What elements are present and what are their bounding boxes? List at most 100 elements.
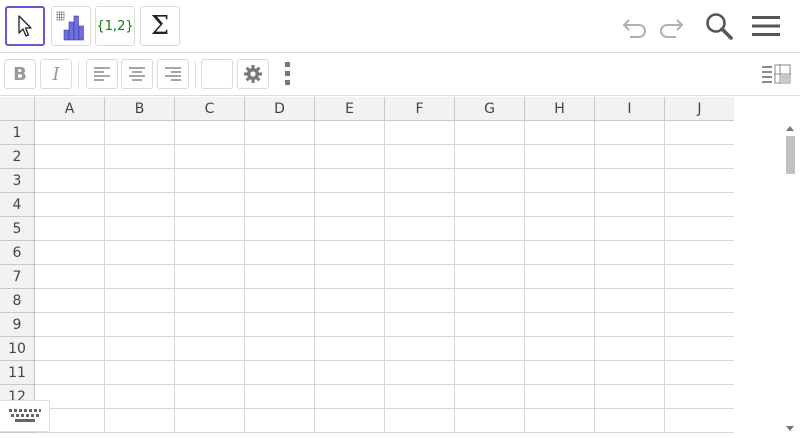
cell-f2[interactable] xyxy=(385,145,455,169)
cell-c4[interactable] xyxy=(175,193,245,217)
scroll-down-arrow-icon[interactable] xyxy=(786,426,794,431)
cell-g2[interactable] xyxy=(455,145,525,169)
column-header-a[interactable]: A xyxy=(35,97,105,121)
move-tool-button[interactable] xyxy=(5,6,45,46)
cell-i2[interactable] xyxy=(595,145,665,169)
cell-j5[interactable] xyxy=(665,217,734,241)
cell-c12[interactable] xyxy=(175,385,245,409)
cell-i9[interactable] xyxy=(595,313,665,337)
cell-d10[interactable] xyxy=(245,337,315,361)
cell-c10[interactable] xyxy=(175,337,245,361)
cell-j1[interactable] xyxy=(665,121,734,145)
row-header-3[interactable]: 3 xyxy=(0,169,35,193)
cell-c6[interactable] xyxy=(175,241,245,265)
scroll-up-arrow-icon[interactable] xyxy=(786,126,794,131)
search-button[interactable] xyxy=(702,10,736,42)
cell-j4[interactable] xyxy=(665,193,734,217)
cell-g10[interactable] xyxy=(455,337,525,361)
cell-h11[interactable] xyxy=(525,361,595,385)
cell-a10[interactable] xyxy=(35,337,105,361)
cell-h4[interactable] xyxy=(525,193,595,217)
bold-button[interactable]: B xyxy=(4,59,36,89)
cell-h8[interactable] xyxy=(525,289,595,313)
cell-b8[interactable] xyxy=(105,289,175,313)
row-header-11[interactable]: 11 xyxy=(0,361,35,385)
more-options-button[interactable] xyxy=(272,59,304,89)
cell-c9[interactable] xyxy=(175,313,245,337)
cell-h7[interactable] xyxy=(525,265,595,289)
cell-d6[interactable] xyxy=(245,241,315,265)
column-header-h[interactable]: H xyxy=(525,97,595,121)
cell-h13[interactable] xyxy=(525,409,595,433)
select-all-corner[interactable] xyxy=(0,97,35,121)
cell-h2[interactable] xyxy=(525,145,595,169)
cell-j11[interactable] xyxy=(665,361,734,385)
cell-e2[interactable] xyxy=(315,145,385,169)
cell-d5[interactable] xyxy=(245,217,315,241)
scrollbar-thumb[interactable] xyxy=(786,136,795,174)
cell-j9[interactable] xyxy=(665,313,734,337)
cell-f9[interactable] xyxy=(385,313,455,337)
virtual-keyboard-button[interactable] xyxy=(0,400,50,432)
cell-g11[interactable] xyxy=(455,361,525,385)
row-header-1[interactable]: 1 xyxy=(0,121,35,145)
cell-c5[interactable] xyxy=(175,217,245,241)
redo-button[interactable] xyxy=(654,10,688,42)
cell-f6[interactable] xyxy=(385,241,455,265)
row-header-9[interactable]: 9 xyxy=(0,313,35,337)
cell-f1[interactable] xyxy=(385,121,455,145)
cell-e1[interactable] xyxy=(315,121,385,145)
cell-g3[interactable] xyxy=(455,169,525,193)
cell-j6[interactable] xyxy=(665,241,734,265)
cell-b13[interactable] xyxy=(105,409,175,433)
cell-g9[interactable] xyxy=(455,313,525,337)
toggle-style-bar-button[interactable] xyxy=(758,59,794,89)
cell-d11[interactable] xyxy=(245,361,315,385)
cell-i1[interactable] xyxy=(595,121,665,145)
cell-h12[interactable] xyxy=(525,385,595,409)
cell-b4[interactable] xyxy=(105,193,175,217)
row-header-2[interactable]: 2 xyxy=(0,145,35,169)
cell-i13[interactable] xyxy=(595,409,665,433)
italic-button[interactable]: I xyxy=(40,59,72,89)
column-header-j[interactable]: J xyxy=(665,97,734,121)
column-header-f[interactable]: F xyxy=(385,97,455,121)
cell-g5[interactable] xyxy=(455,217,525,241)
cell-g13[interactable] xyxy=(455,409,525,433)
cell-c2[interactable] xyxy=(175,145,245,169)
cell-e6[interactable] xyxy=(315,241,385,265)
cell-g4[interactable] xyxy=(455,193,525,217)
cell-j7[interactable] xyxy=(665,265,734,289)
cell-a6[interactable] xyxy=(35,241,105,265)
cell-i4[interactable] xyxy=(595,193,665,217)
cell-d9[interactable] xyxy=(245,313,315,337)
one-variable-analysis-button[interactable] xyxy=(51,6,91,46)
cell-h9[interactable] xyxy=(525,313,595,337)
cell-a2[interactable] xyxy=(35,145,105,169)
cell-f4[interactable] xyxy=(385,193,455,217)
cell-c11[interactable] xyxy=(175,361,245,385)
cell-c7[interactable] xyxy=(175,265,245,289)
cell-i8[interactable] xyxy=(595,289,665,313)
cell-b11[interactable] xyxy=(105,361,175,385)
main-menu-button[interactable] xyxy=(749,10,783,42)
cell-e9[interactable] xyxy=(315,313,385,337)
row-header-5[interactable]: 5 xyxy=(0,217,35,241)
cell-h5[interactable] xyxy=(525,217,595,241)
cell-g8[interactable] xyxy=(455,289,525,313)
cell-b7[interactable] xyxy=(105,265,175,289)
cell-f7[interactable] xyxy=(385,265,455,289)
cell-e3[interactable] xyxy=(315,169,385,193)
cell-f10[interactable] xyxy=(385,337,455,361)
cell-d2[interactable] xyxy=(245,145,315,169)
cell-b1[interactable] xyxy=(105,121,175,145)
cell-b12[interactable] xyxy=(105,385,175,409)
cell-d13[interactable] xyxy=(245,409,315,433)
column-header-d[interactable]: D xyxy=(245,97,315,121)
cell-g1[interactable] xyxy=(455,121,525,145)
row-header-4[interactable]: 4 xyxy=(0,193,35,217)
column-header-e[interactable]: E xyxy=(315,97,385,121)
cell-a1[interactable] xyxy=(35,121,105,145)
cell-b3[interactable] xyxy=(105,169,175,193)
cell-e4[interactable] xyxy=(315,193,385,217)
